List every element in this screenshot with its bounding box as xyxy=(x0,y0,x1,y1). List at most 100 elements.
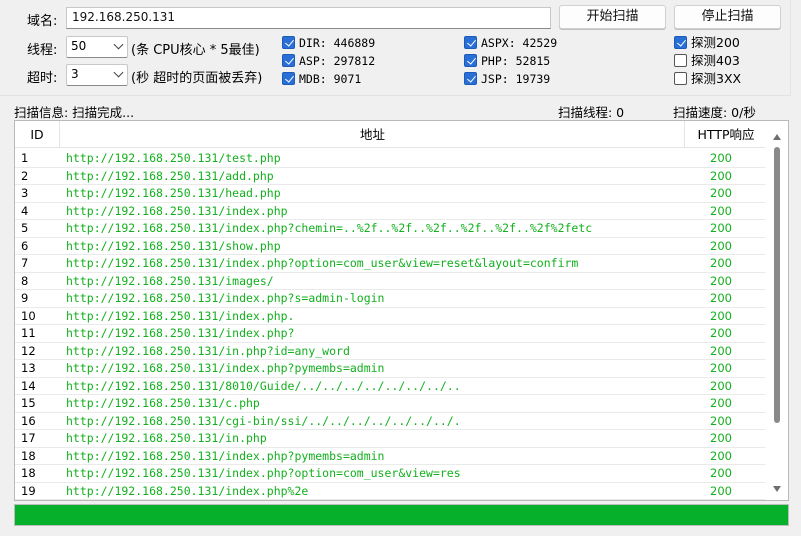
row-url: http://192.168.250.131/index.php%2e xyxy=(66,483,309,498)
probe-checkbox-403[interactable]: 探测403 xyxy=(674,54,740,70)
threads-select[interactable]: 50 xyxy=(66,36,128,58)
results-table[interactable]: ID 地址 HTTP响应 1 http://192.168.250.131/tes… xyxy=(14,120,789,501)
chevron-down-icon xyxy=(113,39,124,50)
table-row[interactable]: 11 http://192.168.250.131/index.php? 200 xyxy=(15,325,765,343)
row-http-code: 200 xyxy=(710,483,732,498)
stop-scan-button[interactable]: 停止扫描 xyxy=(674,5,781,29)
checkbox-checked-icon xyxy=(464,36,477,49)
threads-label: 线程: xyxy=(27,43,58,58)
row-http-code: 200 xyxy=(710,361,732,375)
scan-info: 扫描信息: 扫描完成... xyxy=(14,105,135,120)
row-url: http://192.168.250.131/index.php xyxy=(66,203,288,218)
row-id: 18 xyxy=(21,448,36,463)
dict-checkbox-mdb[interactable]: MDB: 9071 xyxy=(282,72,361,88)
table-row[interactable]: 18 http://192.168.250.131/index.php?pymem… xyxy=(15,448,765,465)
row-http-code: 200 xyxy=(710,168,732,183)
row-url: http://192.168.250.131/8010/Guide/../../… xyxy=(66,378,461,393)
dict-checkbox-dir[interactable]: DIR: 446889 xyxy=(282,36,375,52)
row-http-code: 200 xyxy=(710,238,732,253)
table-row[interactable]: 1 http://192.168.250.131/test.php 200 xyxy=(15,150,765,168)
row-http-code: 200 xyxy=(710,396,732,410)
domain-input[interactable]: 192.168.250.131 xyxy=(66,7,551,29)
table-row[interactable]: 4 http://192.168.250.131/index.php 200 xyxy=(15,203,765,220)
threads-value: 50 xyxy=(71,39,87,53)
probe-checkbox-3xx[interactable]: 探测3XX xyxy=(674,72,741,88)
checkbox-checked-icon xyxy=(282,72,295,85)
scan-threads: 扫描线程: 0 xyxy=(558,105,625,120)
row-url: http://192.168.250.131/add.php xyxy=(66,168,274,183)
row-id: 9 xyxy=(21,291,29,305)
dict-label: PHP: 52815 xyxy=(481,54,551,68)
table-row[interactable]: 9 http://192.168.250.131/index.php?s=admi… xyxy=(15,290,765,308)
row-id: 11 xyxy=(21,326,36,340)
row-http-code: 200 xyxy=(710,291,732,305)
checkbox-checked-icon xyxy=(464,54,477,67)
table-header: ID 地址 HTTP响应 xyxy=(15,121,765,148)
table-row[interactable]: 3 http://192.168.250.131/head.php 200 xyxy=(15,185,765,203)
timeout-label: 超时: xyxy=(27,71,58,86)
timeout-value: 3 xyxy=(71,67,79,81)
vertical-scrollbar[interactable] xyxy=(766,121,788,500)
table-row[interactable]: 10 http://192.168.250.131/index.php. 200 xyxy=(15,308,765,325)
scrollbar-thumb[interactable] xyxy=(774,147,780,423)
timeout-select[interactable]: 3 xyxy=(66,64,128,86)
row-id: 16 xyxy=(21,413,36,428)
column-header-id[interactable]: ID xyxy=(15,121,60,148)
table-row[interactable]: 15 http://192.168.250.131/c.php 200 xyxy=(15,395,765,413)
table-row[interactable]: 5 http://192.168.250.131/index.php?chemin… xyxy=(15,220,765,238)
row-url: http://192.168.250.131/cgi-bin/ssi/../..… xyxy=(66,413,461,428)
domain-label: 域名: xyxy=(27,14,58,29)
row-id: 15 xyxy=(21,396,36,410)
row-id: 3 xyxy=(21,186,29,200)
table-row[interactable]: 6 http://192.168.250.131/show.php 200 xyxy=(15,238,765,255)
table-row[interactable]: 16 http://192.168.250.131/cgi-bin/ssi/../… xyxy=(15,413,765,430)
row-id: 19 xyxy=(21,483,36,498)
row-http-code: 200 xyxy=(710,431,732,445)
checkbox-checked-icon xyxy=(674,36,687,49)
row-id: 13 xyxy=(21,361,36,375)
scan-speed: 扫描速度: 0/秒 xyxy=(673,105,756,120)
checkbox-checked-icon xyxy=(282,54,295,67)
row-http-code: 200 xyxy=(710,186,732,200)
checkbox-checked-icon xyxy=(464,72,477,85)
table-row[interactable]: 19 http://192.168.250.131/index.php%2e 200 xyxy=(15,483,765,500)
row-http-code: 200 xyxy=(710,343,732,358)
probe-label: 探测200 xyxy=(691,35,740,50)
start-scan-button[interactable]: 开始扫描 xyxy=(559,5,666,29)
table-row[interactable]: 18 http://192.168.250.131/index.php?optio… xyxy=(15,465,765,483)
table-row[interactable]: 7 http://192.168.250.131/index.php?option… xyxy=(15,255,765,273)
row-http-code: 200 xyxy=(710,308,732,323)
row-id: 8 xyxy=(21,273,29,288)
scroll-down-arrow-icon[interactable] xyxy=(773,486,781,492)
row-url: http://192.168.250.131/index.php?option=… xyxy=(66,256,579,270)
dict-checkbox-aspx[interactable]: ASPX: 42529 xyxy=(464,36,557,52)
dict-checkbox-jsp[interactable]: JSP: 19739 xyxy=(464,72,550,88)
dict-checkbox-php[interactable]: PHP: 52815 xyxy=(464,54,550,70)
dict-checkbox-asp[interactable]: ASP: 297812 xyxy=(282,54,375,70)
row-url: http://192.168.250.131/in.php xyxy=(66,431,267,445)
row-http-code: 200 xyxy=(710,378,732,393)
row-http-code: 200 xyxy=(710,221,732,235)
column-header-address[interactable]: 地址 xyxy=(61,121,685,148)
row-http-code: 200 xyxy=(710,448,732,463)
table-row[interactable]: 13 http://192.168.250.131/index.php?pymem… xyxy=(15,360,765,378)
row-id: 2 xyxy=(21,168,29,183)
checkbox-unchecked-icon xyxy=(674,72,687,85)
chevron-down-icon xyxy=(113,67,124,78)
row-url: http://192.168.250.131/images/ xyxy=(66,273,274,288)
table-row[interactable]: 17 http://192.168.250.131/in.php 200 xyxy=(15,430,765,448)
table-row[interactable]: 12 http://192.168.250.131/in.php?id=any_w… xyxy=(15,343,765,360)
dict-label: MDB: 9071 xyxy=(299,72,362,86)
table-row[interactable]: 8 http://192.168.250.131/images/200 xyxy=(15,273,765,290)
row-http-code: 200 xyxy=(710,326,732,340)
table-row[interactable]: 14 http://192.168.250.131/8010/Guide/../.… xyxy=(15,378,765,395)
scroll-up-arrow-icon[interactable] xyxy=(773,134,781,140)
table-row[interactable]: 2 http://192.168.250.131/add.php 200 xyxy=(15,168,765,185)
row-id: 1 xyxy=(21,151,29,165)
probe-checkbox-200[interactable]: 探测200 xyxy=(674,36,740,52)
row-url: http://192.168.250.131/c.php xyxy=(66,396,260,410)
row-id: 7 xyxy=(21,256,29,270)
column-header-http[interactable]: HTTP响应 xyxy=(686,121,766,148)
progress-fill xyxy=(15,505,788,525)
config-panel: 域名: 192.168.250.131 开始扫描 停止扫描 线程: 50 (条 … xyxy=(0,0,791,96)
